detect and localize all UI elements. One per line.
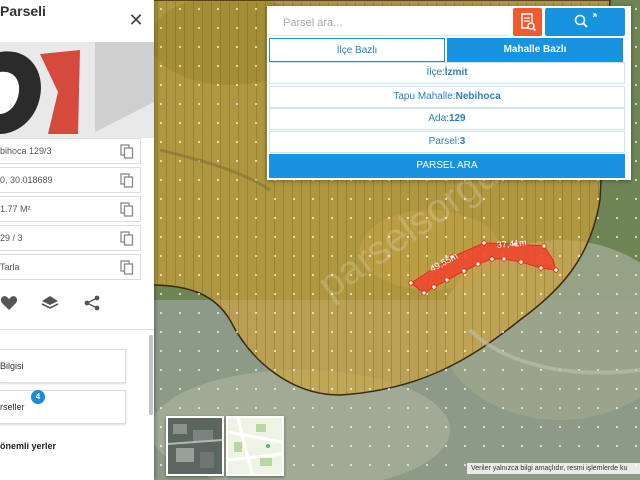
close-icon[interactable]: ✕ bbox=[128, 11, 144, 29]
ilce-label: İlçe: bbox=[426, 67, 445, 78]
ilce-field[interactable]: İlçe:İzmit bbox=[269, 62, 625, 84]
parcel-search-input[interactable] bbox=[273, 10, 509, 36]
ilce-value: İzmit bbox=[444, 67, 468, 78]
ada-field[interactable]: Ada:129 bbox=[269, 108, 625, 130]
info-row-type: Tarla bbox=[0, 254, 141, 280]
info-row-text: Tarla bbox=[0, 262, 20, 272]
menu-info-button[interactable]: Bilgisi bbox=[0, 349, 126, 383]
info-row-ada-parsel: 29 / 3 bbox=[0, 225, 141, 251]
tab-mahalle[interactable]: Mahalle Bazlı bbox=[447, 38, 623, 62]
document-search-button[interactable] bbox=[513, 8, 542, 36]
panel-title: Parseli bbox=[0, 3, 46, 19]
copy-icon[interactable] bbox=[120, 173, 134, 188]
parsel-label: Parsel: bbox=[428, 136, 460, 147]
parsel-search-submit[interactable]: PARSEL ARA bbox=[269, 154, 625, 178]
search-button[interactable] bbox=[545, 8, 625, 36]
divider bbox=[0, 329, 154, 330]
mahalle-field[interactable]: Tapu Mahalle:Nebihoca bbox=[269, 86, 625, 108]
mahalle-value: Nebihoca bbox=[455, 91, 501, 102]
copy-icon[interactable] bbox=[120, 231, 134, 246]
parsel-value: 3 bbox=[459, 136, 466, 147]
action-bar bbox=[0, 288, 154, 318]
parsel-field[interactable]: Parsel:3 bbox=[269, 131, 625, 153]
heart-icon[interactable] bbox=[0, 294, 18, 312]
menu-parcels-button[interactable]: rseller bbox=[0, 390, 126, 424]
mahalle-label: Tapu Mahalle: bbox=[393, 91, 456, 102]
info-row-area: 1.77 M² bbox=[0, 196, 141, 222]
ada-label: Ada: bbox=[428, 113, 449, 124]
parcel-info-panel: Parseli ✕ bihoca 129/3 0, 30.018689 1.77… bbox=[0, 0, 154, 480]
ada-value: 129 bbox=[448, 113, 466, 124]
important-places-label[interactable]: önemli yerler bbox=[0, 441, 56, 451]
layers-icon[interactable] bbox=[41, 294, 59, 312]
count-badge: 4 bbox=[31, 390, 45, 404]
panel-scrollbar[interactable] bbox=[149, 335, 153, 415]
document-search-icon bbox=[521, 13, 537, 32]
copy-icon[interactable] bbox=[120, 260, 134, 275]
tab-ilce[interactable]: İlçe Bazlı bbox=[269, 38, 445, 62]
panel-header: Parseli ✕ bbox=[0, 0, 154, 42]
copy-icon[interactable] bbox=[120, 144, 134, 159]
street-basemap-thumbnail[interactable] bbox=[226, 416, 284, 476]
parcel-search-panel: İlçe Bazlı Mahalle Bazlı İlçe:İzmit Tapu… bbox=[267, 6, 631, 180]
info-row-text: 29 / 3 bbox=[0, 233, 23, 243]
menu-parcels-label: rseller bbox=[0, 402, 25, 412]
info-row-text: bihoca 129/3 bbox=[0, 146, 52, 156]
satellite-basemap-thumbnail[interactable] bbox=[166, 416, 224, 476]
info-row-text: 0, 30.018689 bbox=[0, 175, 53, 185]
copy-icon[interactable] bbox=[120, 202, 134, 217]
info-row-coordinates: 0, 30.018689 bbox=[0, 167, 141, 193]
menu-info-label: Bilgisi bbox=[0, 361, 24, 371]
info-row-location: bihoca 129/3 bbox=[0, 138, 141, 164]
share-icon[interactable] bbox=[83, 294, 101, 312]
brand-logo bbox=[0, 42, 154, 138]
magnifier-icon bbox=[574, 13, 597, 28]
map-disclaimer: Veriler yalnızca bilgi amaçlıdır, resmi … bbox=[467, 463, 640, 474]
info-row-text: 1.77 M² bbox=[0, 204, 31, 214]
